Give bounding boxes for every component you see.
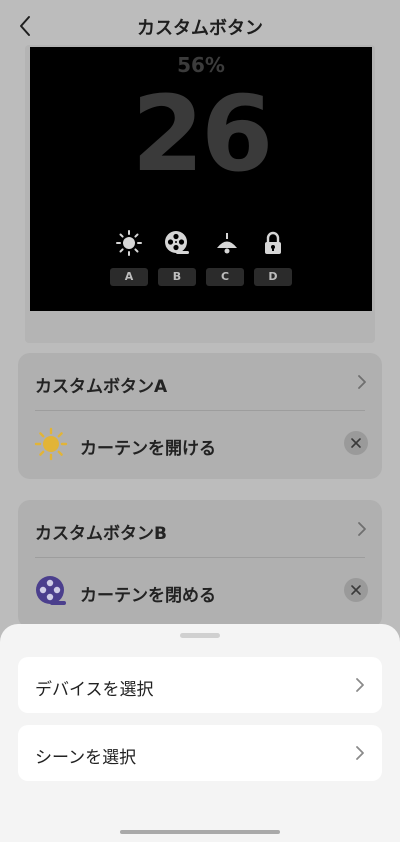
lock-icon [265,231,281,254]
slot-label-d: D [254,268,292,286]
sun-icon [34,427,68,461]
remove-action-button[interactable] [344,431,368,455]
assigned-action-row: カーテンを開ける [18,411,382,479]
slot-label-c: C [206,268,244,286]
card-title: カスタムボタンA [35,377,168,397]
chevron-right-icon [356,746,364,760]
film-reel-icon [36,576,66,605]
sheet-drag-handle[interactable] [180,633,220,638]
screen: カスタムボタン 56% 26 A B C D カスタムボタンA カーテンを開ける… [0,0,400,842]
select-scene-option[interactable]: シーンを選択 [18,725,382,781]
card-title: カスタムボタンB [35,524,167,544]
film-reel-icon [165,231,189,254]
custom-button-b-row[interactable]: カスタムボタンB [18,500,382,558]
chevron-right-icon [358,375,366,389]
select-device-option[interactable]: デバイスを選択 [18,657,382,713]
remove-action-button[interactable] [344,578,368,602]
chevron-right-icon [358,522,366,536]
action-label: カーテンを閉める [80,586,216,606]
preview-icon-row [30,229,372,257]
option-label: シーンを選択 [35,748,137,768]
assigned-action-row: カーテンを閉める [18,558,382,626]
close-icon [351,585,361,595]
action-label: カーテンを開ける [80,439,216,459]
option-label: デバイスを選択 [35,680,154,700]
ceiling-lamp-icon [217,233,237,254]
header: カスタムボタン [0,0,400,50]
custom-button-a-row[interactable]: カスタムボタンA [18,353,382,411]
home-indicator [120,830,280,834]
page-title: カスタムボタン [137,18,263,39]
bottom-sheet: デバイスを選択 シーンを選択 [0,624,400,842]
device-preview: 56% 26 A B C D [30,47,372,311]
slot-label-a: A [110,268,148,286]
slot-label-b: B [158,268,196,286]
custom-button-card-b: カスタムボタンB カーテンを閉める [18,500,382,628]
sun-icon [116,230,142,256]
number-readout: 26 [131,73,274,195]
chevron-right-icon [356,678,364,692]
close-icon [351,438,361,448]
custom-button-card-a: カスタムボタンA カーテンを開ける [18,353,382,479]
